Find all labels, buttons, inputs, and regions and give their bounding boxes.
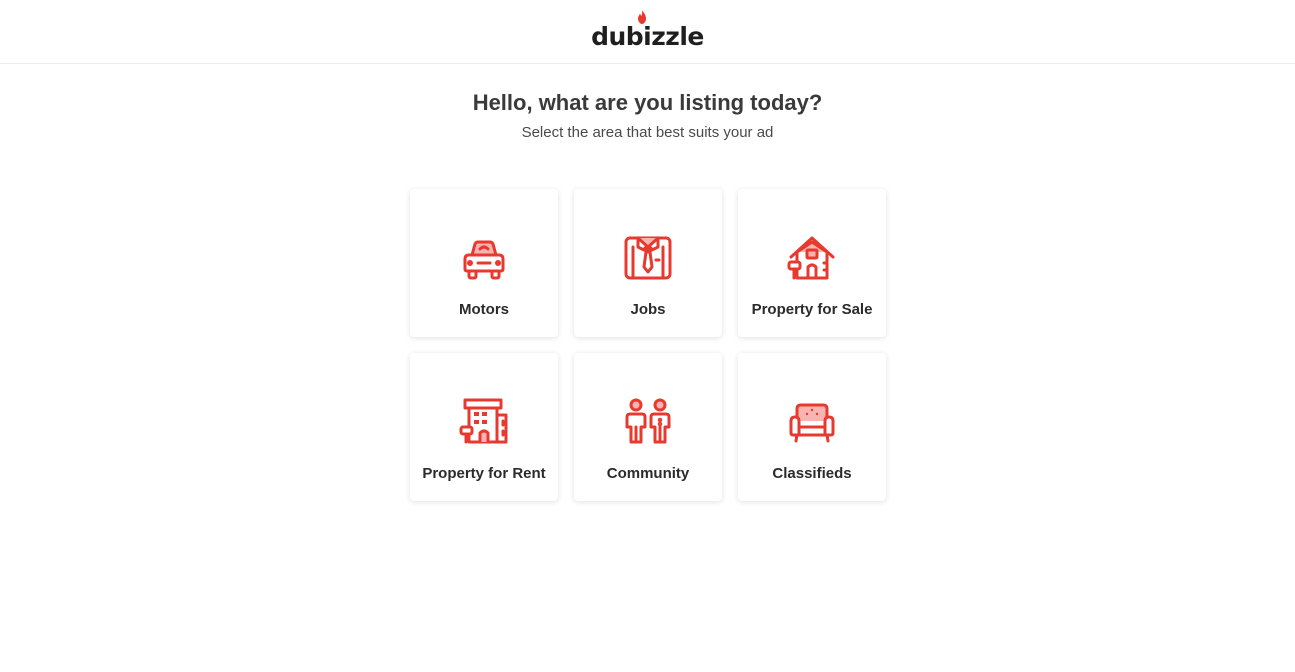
category-card-classifieds[interactable]: Classifieds [738,353,886,501]
flame-icon [638,10,647,24]
category-card-property-for-sale[interactable]: Property for Sale [738,189,886,337]
page-subtitle: Select the area that best suits your ad [521,124,774,141]
dubizzle-logo[interactable]: dubizzle [591,10,704,51]
shirt-tie-icon [624,236,672,280]
category-label: Classifieds [772,465,852,482]
category-label: Property for Rent [422,465,546,482]
category-label: Community [606,465,690,482]
category-card-community[interactable]: Community [574,353,722,501]
people-icon [625,398,671,444]
category-label: Property for Sale [751,301,873,318]
category-grid: Motors Jobs Property for Sale Property f… [410,189,886,501]
page-title: Hello, what are you listing today? [472,90,823,115]
car-icon [463,240,505,280]
category-label: Motors [459,301,509,318]
category-card-jobs[interactable]: Jobs [574,189,722,337]
category-label: Jobs [630,301,666,318]
category-card-motors[interactable]: Motors [410,189,558,337]
category-card-property-for-rent[interactable]: Property for Rent [410,353,558,501]
sofa-icon [789,403,835,443]
building-rent-icon [459,398,508,444]
house-sale-icon [787,236,835,280]
logo-text: dubizzle [591,22,704,51]
header-bar: dubizzle [0,0,1295,64]
